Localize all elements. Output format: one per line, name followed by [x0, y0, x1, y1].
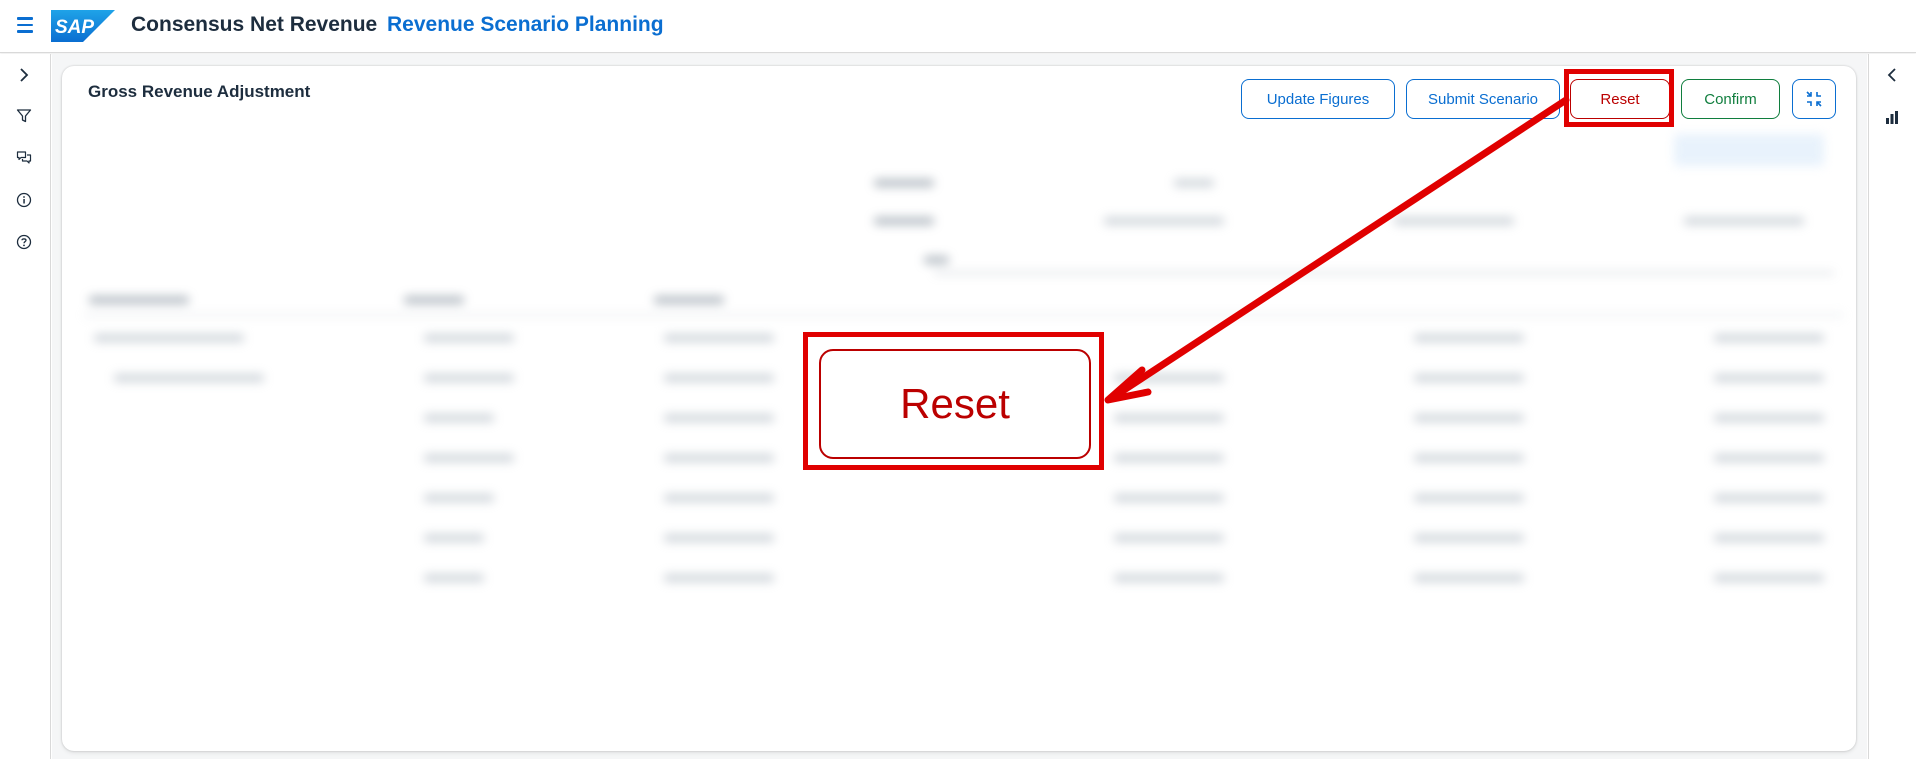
left-side-navigation — [0, 54, 51, 759]
filter-icon[interactable] — [13, 105, 35, 127]
app-title: Consensus Net Revenue — [131, 13, 378, 36]
card-title: Gross Revenue Adjustment — [88, 82, 311, 101]
app-subtitle[interactable]: Revenue Scenario Planning — [387, 13, 664, 37]
bar-chart-icon[interactable] — [1881, 106, 1903, 128]
zoomed-reset-callout: Reset — [819, 349, 1091, 459]
shell-bar: SAP Consensus Net Revenue Revenue Scenar… — [0, 0, 1916, 53]
help-icon[interactable] — [13, 231, 35, 253]
confirm-button[interactable]: Confirm — [1681, 79, 1780, 119]
reset-highlight-box — [1564, 69, 1674, 127]
info-icon[interactable] — [13, 189, 35, 211]
sap-logo[interactable]: SAP — [51, 10, 115, 42]
svg-text:SAP: SAP — [55, 17, 94, 38]
exit-fullscreen-icon — [1806, 91, 1822, 107]
chevron-left-icon[interactable] — [1881, 64, 1903, 86]
submit-scenario-button[interactable]: Submit Scenario — [1406, 79, 1560, 119]
exit-fullscreen-button[interactable] — [1792, 79, 1836, 119]
chevron-right-icon[interactable] — [13, 64, 35, 86]
update-figures-button[interactable]: Update Figures — [1241, 79, 1395, 119]
menu-icon[interactable] — [14, 14, 36, 36]
right-side-panel — [1868, 54, 1916, 759]
comments-icon[interactable] — [13, 147, 35, 169]
